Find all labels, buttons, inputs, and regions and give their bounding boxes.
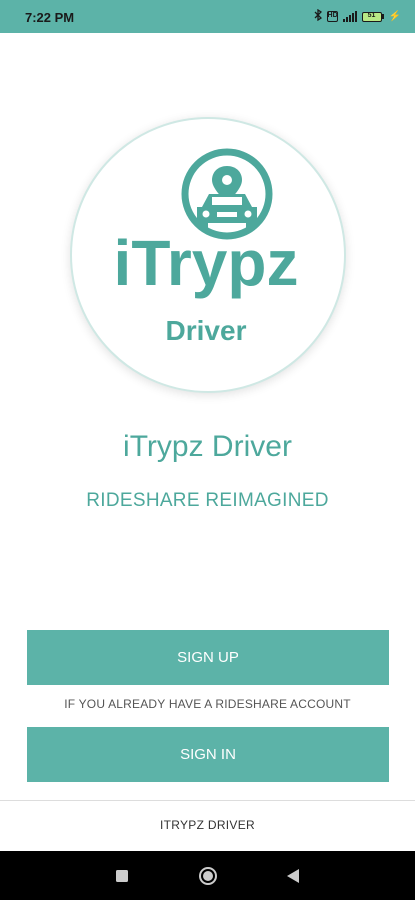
app-title: iTrypz Driver	[123, 430, 292, 463]
home-icon[interactable]	[178, 851, 238, 900]
logo-wordmark: iTrypz	[114, 227, 299, 299]
account-note: IF YOU ALREADY HAVE A RIDESHARE ACCOUNT	[64, 697, 351, 711]
system-nav-bar	[0, 851, 415, 900]
recents-icon[interactable]	[92, 851, 152, 900]
footer-label: ITRYPZ DRIVER	[159, 818, 256, 832]
battery-level: 51	[367, 11, 376, 19]
status-icons: HD 51 ⚡	[314, 8, 401, 24]
sign-in-button[interactable]: SIGN IN	[27, 727, 389, 782]
logo-graphic: iTrypz Driver	[114, 148, 299, 346]
charging-icon: ⚡	[388, 11, 401, 22]
sign-up-button[interactable]: SIGN UP	[27, 630, 389, 685]
status-time: 7:22 PM	[25, 10, 75, 25]
bluetooth-icon	[314, 8, 322, 24]
footer-divider	[0, 800, 415, 801]
status-bar: 7:22 PM HD 51 ⚡	[0, 0, 415, 33]
battery-icon: 51	[361, 11, 384, 22]
app-logo: iTrypz Driver	[70, 117, 346, 393]
logo-subtitle: Driver	[166, 315, 247, 346]
tagline: RIDESHARE REIMAGINED	[86, 490, 329, 511]
signal-icon	[342, 11, 357, 22]
hd-icon: HD	[326, 11, 338, 22]
back-icon[interactable]	[263, 851, 323, 900]
